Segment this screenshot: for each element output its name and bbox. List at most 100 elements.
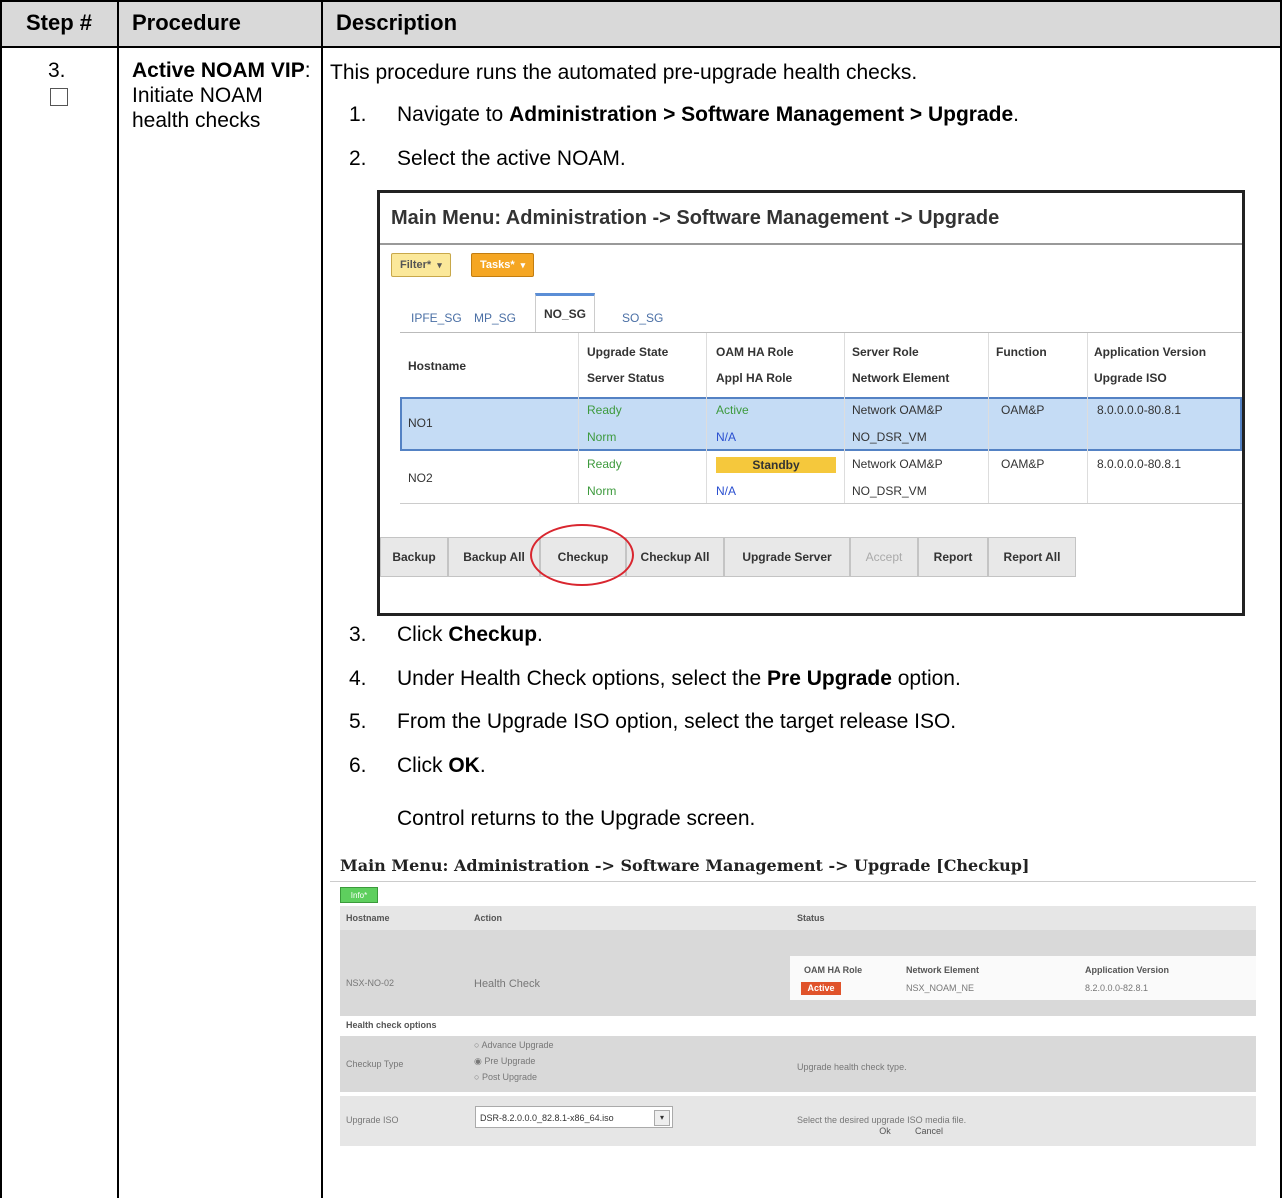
app-version-cell: 8.0.0.0.0-80.8.1 — [1097, 457, 1182, 471]
col-oam-ha-role: OAM HA Role — [716, 345, 794, 359]
procedure-document: Step # Procedure Description 3. Active N… — [0, 0, 1282, 1198]
radio-pre-upgrade[interactable]: ◉ Pre Upgrade — [474, 1056, 535, 1067]
result-note: Control returns to the Upgrade screen. — [397, 807, 756, 830]
grid-hline — [400, 503, 1242, 504]
grid-vline — [578, 333, 579, 503]
accept-button: Accept — [850, 537, 918, 577]
action-cell: Health Check — [474, 978, 541, 990]
col-action: Action — [474, 913, 502, 923]
checkup-screenshot: Main Menu: Administration -> Software Ma… — [330, 856, 1256, 1156]
checkup-page-title: Main Menu: Administration -> Software Ma… — [340, 856, 1030, 875]
report-all-button[interactable]: Report All — [988, 537, 1076, 577]
tab-ipfe-sg[interactable]: IPFE_SG — [411, 311, 462, 325]
network-element-header: Network Element — [906, 965, 980, 975]
hostname-cell: NO1 — [408, 416, 433, 430]
table-border-left — [0, 0, 2, 1198]
oam-role-cell: Active — [716, 403, 749, 417]
list-item-2: 2. Select the active NOAM. — [349, 147, 626, 170]
cancel-button[interactable]: Cancel — [907, 1122, 951, 1140]
table-border-top — [0, 0, 1282, 2]
header-description: Description — [322, 0, 1282, 46]
app-version-cell: 8.0.0.0.0-80.8.1 — [1097, 403, 1182, 417]
col-appl-ha-role: Appl HA Role — [716, 371, 793, 385]
ok-button[interactable]: Ok — [870, 1122, 900, 1140]
col-network-element: Network Element — [852, 371, 950, 385]
radio-post-upgrade[interactable]: ○ Post Upgrade — [474, 1072, 537, 1082]
standby-badge: Standby — [716, 457, 836, 473]
appl-role-cell: N/A — [716, 430, 737, 444]
server-role-cell: Network OAM&P — [852, 457, 943, 471]
col-server-role: Server Role — [852, 345, 919, 359]
tab-no-sg[interactable]: NO_SG — [535, 293, 596, 332]
upgrade-table: Hostname Upgrade State Server Status OAM… — [400, 332, 1242, 504]
upgrade-iso-label: Upgrade ISO — [346, 1115, 399, 1125]
procedure-bold: Active NOAM VIP — [132, 59, 305, 82]
step-checkbox[interactable] — [50, 88, 68, 106]
network-element-cell: NO_DSR_VM — [852, 430, 927, 444]
app-version-header: Application Version — [1085, 965, 1170, 975]
checkup-type-help: Upgrade health check type. — [797, 1062, 907, 1072]
upgrade-iso-select[interactable]: DSR-8.2.0.0.0_82.8.1-x86_64.iso ▾ — [475, 1106, 673, 1128]
col-divider-2 — [321, 0, 323, 1198]
upgrade-server-button[interactable]: Upgrade Server — [724, 537, 850, 577]
col-status: Status — [797, 913, 825, 923]
tab-mp-sg[interactable]: MP_SG — [474, 311, 516, 325]
status-subtable — [790, 956, 1256, 1000]
hostname-cell: NO2 — [408, 471, 433, 485]
server-status-cell: Norm — [587, 484, 617, 498]
title-rule — [380, 243, 1242, 245]
upgrade-page-title: Main Menu: Administration -> Software Ma… — [391, 207, 1000, 229]
oam-role-header: OAM HA Role — [804, 965, 863, 975]
report-button[interactable]: Report — [918, 537, 988, 577]
function-cell: OAM&P — [1001, 403, 1045, 417]
grid-vline — [844, 333, 845, 503]
app-version-cell: 8.2.0.0.0-82.8.1 — [1085, 983, 1149, 993]
radio-advance-upgrade[interactable]: ○ Advance Upgrade — [474, 1040, 554, 1050]
active-badge: Active — [801, 982, 841, 995]
upgrade-screenshot: Main Menu: Administration -> Software Ma… — [377, 190, 1245, 616]
description-intro: This procedure runs the automated pre-up… — [330, 61, 918, 84]
list-item-4: 4. Under Health Check options, select the… — [349, 667, 961, 690]
step-number: 3. — [48, 59, 66, 82]
procedure-text: Active NOAM VIP: Initiate NOAM health ch… — [132, 58, 312, 133]
col-divider-1 — [117, 0, 119, 1198]
checkup-highlight-circle — [530, 524, 634, 586]
col-hostname: Hostname — [346, 913, 390, 923]
col-function: Function — [996, 345, 1047, 359]
appl-role-cell: N/A — [716, 484, 737, 498]
title-rule — [330, 881, 1256, 882]
chevron-down-icon: ▾ — [437, 259, 442, 270]
grid-vline — [1087, 333, 1088, 503]
info-button[interactable]: Info* — [340, 887, 378, 903]
backup-button[interactable]: Backup — [380, 537, 448, 577]
list-item-1: 1. Navigate to Administration > Software … — [349, 103, 1020, 126]
col-hostname: Hostname — [408, 359, 467, 373]
col-upgrade-iso: Upgrade ISO — [1094, 371, 1167, 385]
checkup-all-button[interactable]: Checkup All — [626, 537, 724, 577]
header-divider — [0, 46, 1282, 48]
upgrade-state-cell: Ready — [587, 457, 622, 471]
grid-vline — [988, 333, 989, 503]
function-cell: OAM&P — [1001, 457, 1045, 471]
col-upgrade-state: Upgrade State — [587, 345, 669, 359]
upgrade-state-cell: Ready — [587, 403, 622, 417]
tab-so-sg[interactable]: SO_SG — [622, 311, 663, 325]
tasks-button[interactable]: Tasks* ▾ — [471, 253, 535, 277]
list-item-6: 6. Click OK. — [349, 754, 486, 777]
chevron-down-icon: ▾ — [654, 1110, 670, 1126]
col-server-status: Server Status — [587, 371, 665, 385]
grid-vline — [706, 333, 707, 503]
network-element-cell: NO_DSR_VM — [852, 484, 927, 498]
col-app-version: Application Version — [1094, 345, 1207, 359]
checkup-type-label: Checkup Type — [346, 1059, 404, 1069]
list-item-5: 5. From the Upgrade ISO option, select th… — [349, 710, 957, 733]
filter-button[interactable]: Filter* ▾ — [391, 253, 451, 277]
list-item-3: 3. Click Checkup. — [349, 623, 543, 646]
server-status-cell: Norm — [587, 430, 617, 444]
hostname-cell: NSX-NO-02 — [346, 978, 395, 988]
options-header: Health check options — [346, 1020, 437, 1030]
header-procedure: Procedure — [118, 0, 322, 46]
backup-all-button[interactable]: Backup All — [448, 537, 540, 577]
network-element-cell: NSX_NOAM_NE — [906, 983, 975, 993]
server-role-cell: Network OAM&P — [852, 403, 943, 417]
